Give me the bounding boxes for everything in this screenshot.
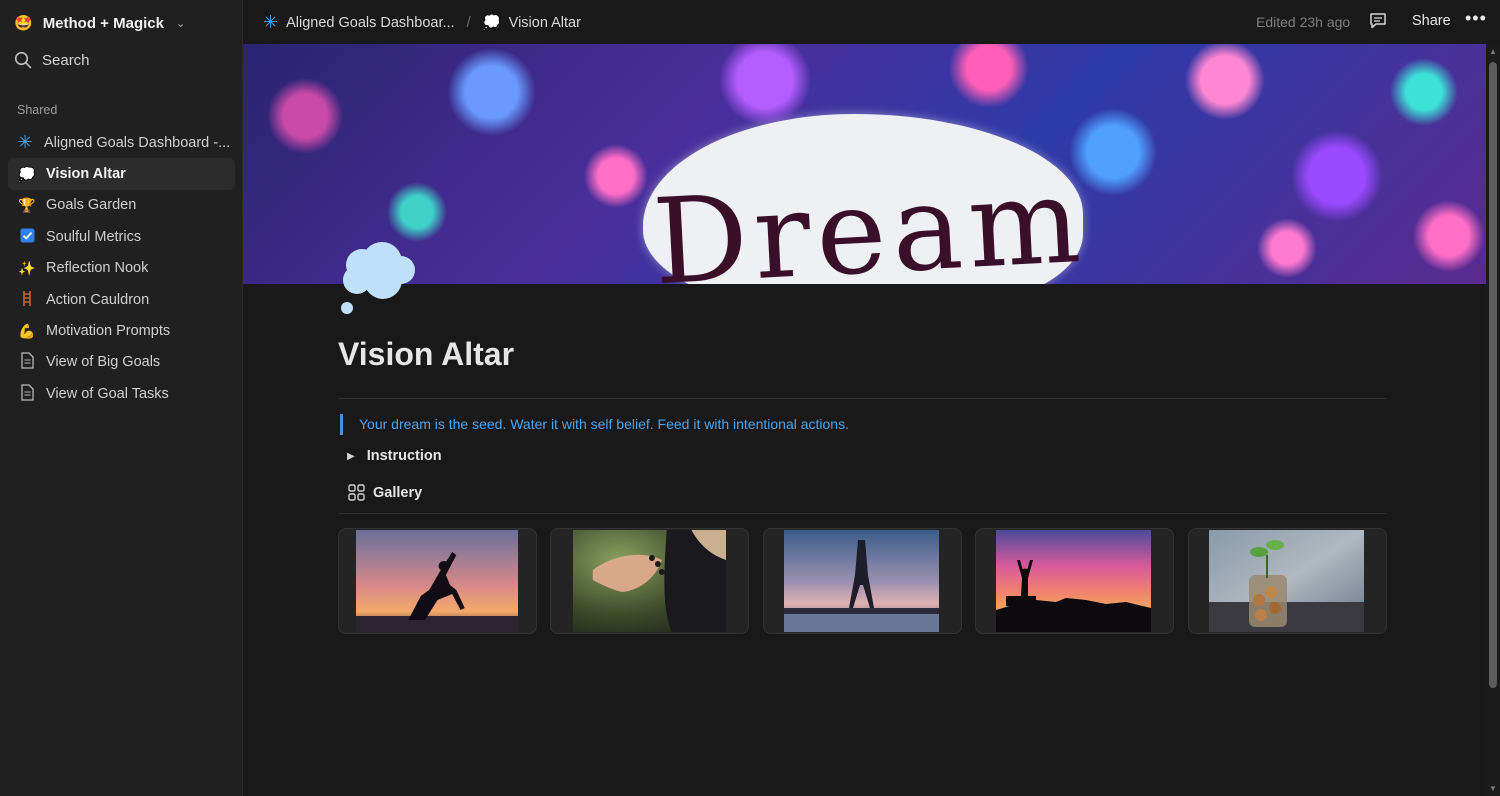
sidebar: 🤩 Method + Magick ⌄ Search Shared ✳ Alig… <box>0 0 243 796</box>
sidebar-search[interactable]: Search <box>14 49 90 71</box>
toggle-label: Instruction <box>366 448 442 464</box>
page-title[interactable]: Vision Altar <box>338 336 514 373</box>
scroll-down-arrow-icon[interactable]: ▼ <box>1489 784 1497 793</box>
sidebar-item-action-cauldron[interactable]: Action Cauldron <box>8 284 235 315</box>
yoga-silhouette-image <box>356 530 518 632</box>
gallery-view-header[interactable]: Gallery <box>348 484 422 501</box>
instruction-toggle[interactable]: ▶ Instruction <box>347 448 442 464</box>
chevron-down-icon: ⌄ <box>175 17 186 30</box>
sparkles-icon: ✨ <box>18 259 36 276</box>
breadcrumb-separator: / <box>466 14 471 31</box>
share-button[interactable]: Share <box>1412 13 1451 29</box>
gallery-card[interactable] <box>975 528 1174 634</box>
breadcrumb-item-dashboard[interactable]: Aligned Goals Dashboar... <box>286 15 454 31</box>
sidebar-item-label: Vision Altar <box>46 166 126 183</box>
sidebar-item-aligned-goals-dashboard[interactable]: ✳ Aligned Goals Dashboard -... <box>8 127 235 158</box>
breadcrumb-item-vision-altar[interactable]: Vision Altar <box>509 15 581 31</box>
sidebar-item-label: Aligned Goals Dashboard -... <box>44 134 231 151</box>
gallery-card[interactable] <box>763 528 962 634</box>
sidebar-item-label: Soulful Metrics <box>46 228 142 245</box>
search-label: Search <box>42 51 90 69</box>
trophy-icon: 🏆 <box>18 196 36 213</box>
divider <box>338 398 1386 399</box>
eiffel-tower-image <box>784 530 939 632</box>
thought-bubble-icon: 💭 <box>482 15 501 31</box>
gallery-grid-icon <box>348 484 365 501</box>
plant-coin-jar-image <box>1209 530 1364 632</box>
scrollbar-thumb[interactable] <box>1489 62 1497 688</box>
shared-section-label: Shared <box>17 103 58 117</box>
more-options-button[interactable]: ••• <box>1465 8 1487 29</box>
flexed-biceps-icon: 💪 <box>18 322 36 339</box>
cover-image: Dream <box>243 44 1486 284</box>
workspace-switcher[interactable]: 🤩 Method + Magick ⌄ <box>14 12 185 34</box>
checkbox-icon <box>18 228 36 246</box>
sidebar-item-reflection-nook[interactable]: ✨ Reflection Nook <box>8 253 235 284</box>
triangle-right-icon: ▶ <box>347 450 355 462</box>
sidebar-item-vision-altar[interactable]: 💭 Vision Altar <box>8 158 235 190</box>
sidebar-item-label: View of Goal Tasks <box>46 385 169 402</box>
asterisk-icon: ✳ <box>263 12 279 32</box>
breadcrumb: ✳ Aligned Goals Dashboar... / 💭 Vision A… <box>263 12 581 33</box>
document-icon <box>18 384 36 404</box>
gallery-card[interactable] <box>1188 528 1387 634</box>
sidebar-item-goals-garden[interactable]: 🏆 Goals Garden <box>8 190 235 221</box>
gallery-card[interactable] <box>550 528 749 634</box>
sidebar-item-label: View of Big Goals <box>46 354 161 371</box>
sidebar-item-label: Reflection Nook <box>46 260 149 277</box>
workspace-emoji-icon: 🤩 <box>14 15 33 32</box>
page-thought-bubble-icon[interactable] <box>337 240 421 325</box>
comment-icon <box>1370 13 1386 29</box>
thought-bubble-icon: 💭 <box>18 165 36 182</box>
document-icon <box>18 352 36 372</box>
workspace-name: Method + Magick <box>42 14 164 32</box>
sidebar-item-label: Action Cauldron <box>46 291 150 308</box>
sidebar-nav: ✳ Aligned Goals Dashboard -... 💭 Vision … <box>8 127 235 410</box>
edited-timestamp: Edited 23h ago <box>1256 14 1351 30</box>
meditation-hand-image <box>573 530 726 632</box>
ladder-icon <box>18 290 36 309</box>
asterisk-icon: ✳ <box>17 132 33 153</box>
gallery-label: Gallery <box>373 484 423 501</box>
sidebar-item-label: Goals Garden <box>46 197 137 214</box>
cover-text: Dream <box>649 150 1090 284</box>
gallery-card[interactable] <box>338 528 537 634</box>
sunset-silhouette-image <box>996 530 1151 632</box>
sidebar-item-label: Motivation Prompts <box>46 323 171 340</box>
scroll-up-arrow-icon[interactable]: ▲ <box>1489 47 1497 56</box>
search-icon <box>14 51 32 69</box>
divider <box>338 513 1386 514</box>
sidebar-item-soulful-metrics[interactable]: Soulful Metrics <box>8 221 235 252</box>
sidebar-item-motivation-prompts[interactable]: 💪 Motivation Prompts <box>8 315 235 346</box>
quote-block[interactable]: Your dream is the seed. Water it with se… <box>340 414 849 435</box>
comment-button[interactable] <box>1369 12 1387 35</box>
sidebar-item-view-of-goal-tasks[interactable]: View of Goal Tasks <box>8 378 235 409</box>
sidebar-item-view-of-big-goals[interactable]: View of Big Goals <box>8 347 235 378</box>
topbar: ✳ Aligned Goals Dashboar... / 💭 Vision A… <box>243 0 1500 44</box>
